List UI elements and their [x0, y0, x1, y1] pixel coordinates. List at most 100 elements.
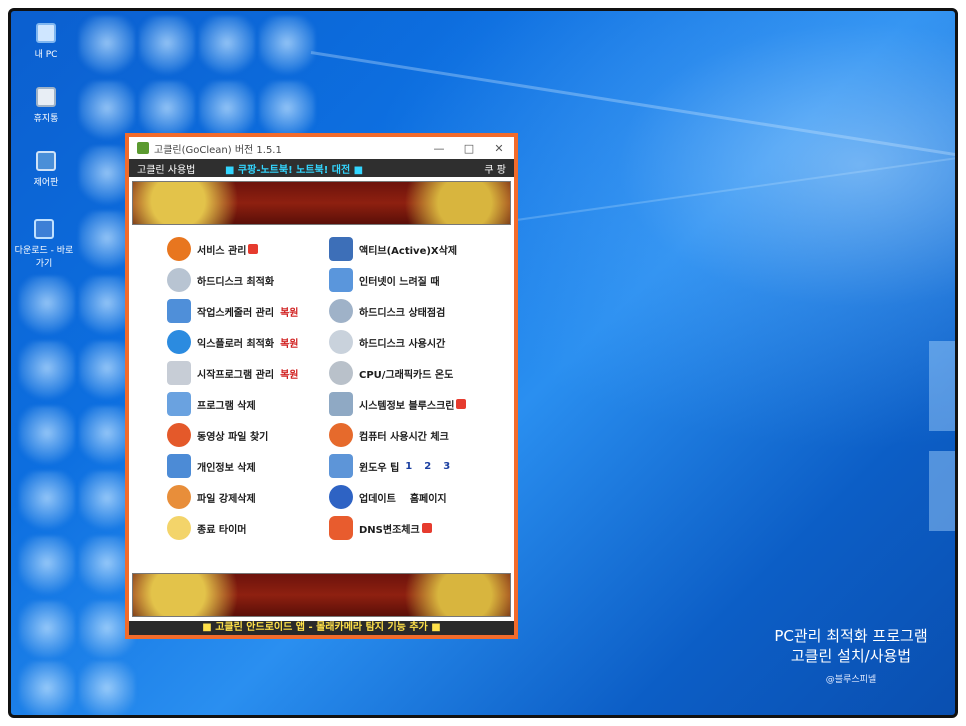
blurred-desktop-icon[interactable]: [139, 16, 195, 76]
feature-update[interactable]: 업데이트 홈페이지: [329, 483, 447, 511]
tip-link-2[interactable]: 2: [424, 461, 431, 472]
download-shortcut-icon: [34, 219, 54, 239]
footer-bar[interactable]: ■ 고클린 안드로이드 앱 - 몰래카메라 탐지 기능 추가 ■: [129, 621, 514, 635]
feature-cpu-gpu-temp[interactable]: CPU/그래픽카드 온도: [329, 359, 453, 387]
magnifier-icon: [167, 423, 191, 447]
desktop-icon-control-panel[interactable]: 제어판: [16, 151, 76, 188]
feature-label: 종료 타이머: [197, 524, 247, 536]
goclean-window: 고클린(GoClean) 버전 1.5.1 — □ ✕ 고클린 사용법 ■ 쿠팡…: [125, 133, 518, 639]
feature-label: 하드디스크 상태점검: [359, 307, 446, 319]
wallpaper-pane: [929, 451, 955, 531]
feature-scheduler[interactable]: 작업스케줄러 관리 복원: [167, 297, 299, 325]
window-arrow-icon: [167, 454, 191, 478]
menu-shop-link[interactable]: 쿠 팡: [456, 161, 506, 176]
blurred-desktop-icon[interactable]: [199, 81, 255, 141]
new-badge-icon: [248, 244, 259, 254]
desktop-icon-label: 내 PC: [34, 50, 58, 60]
desktop-icon-recycle-bin[interactable]: 휴지통: [16, 87, 76, 124]
feature-system-info[interactable]: 시스템정보 블루스크린: [329, 390, 467, 418]
blurred-desktop-icon[interactable]: [19, 661, 75, 715]
feature-label: 액티브(Active)X삭제: [359, 245, 458, 257]
caption-title: PC관리 최적화 프로그램: [774, 627, 928, 645]
blurred-desktop-icon[interactable]: [259, 16, 315, 76]
window-title: 고클린(GoClean) 버전 1.5.1: [154, 144, 282, 156]
blurred-desktop-icon[interactable]: [19, 601, 75, 661]
feature-service-manage[interactable]: 서비스 관리: [167, 235, 259, 263]
blurred-desktop-icon[interactable]: [199, 16, 255, 76]
feature-label: 컴퓨터 사용시간 체크: [359, 431, 449, 443]
blurred-desktop-icon[interactable]: [19, 341, 75, 401]
blurred-desktop-icon[interactable]: [19, 471, 75, 531]
feature-disk-check[interactable]: 하드디스크 상태점검: [329, 297, 445, 325]
top-banner[interactable]: [132, 181, 511, 225]
caption-subtitle: 고클린 설치/사용법: [790, 647, 912, 665]
tip-link-1[interactable]: 1: [405, 461, 412, 472]
scheduler-icon: [167, 299, 191, 323]
blurred-desktop-icon[interactable]: [79, 81, 135, 141]
feature-explorer-optimize[interactable]: 익스플로러 최적화 복원: [167, 328, 299, 356]
title-bar[interactable]: 고클린(GoClean) 버전 1.5.1 — □ ✕: [129, 137, 514, 159]
homepage-link[interactable]: 홈페이지: [410, 490, 447, 505]
feature-startup-manage[interactable]: 시작프로그램 관리 복원: [167, 359, 299, 387]
monitor-icon: [329, 392, 353, 416]
blurred-desktop-icon[interactable]: [79, 16, 135, 76]
caption-credit: @블루스피넬: [825, 675, 877, 685]
pc-icon: [36, 23, 56, 43]
feature-label: 하드디스크 최적화: [197, 276, 275, 288]
restore-link[interactable]: 복원: [280, 304, 298, 319]
feature-grid: 서비스 관리 하드디스크 최적화 작업스케줄러 관리 복원 익스플로러 최적화 …: [129, 235, 514, 565]
feature-force-delete[interactable]: 파일 강제삭제: [167, 483, 256, 511]
feature-program-remove[interactable]: 프로그램 삭제: [167, 390, 256, 418]
feature-activex-delete[interactable]: 액티브(Active)X삭제: [329, 235, 457, 263]
feature-privacy-delete[interactable]: 개인정보 삭제: [167, 452, 256, 480]
goclean-app-icon: [137, 142, 149, 154]
wallpaper-pane: [929, 341, 955, 431]
feature-label: 작업스케줄러 관리: [197, 307, 275, 319]
restore-link[interactable]: 복원: [280, 335, 298, 350]
feature-label: 서비스 관리: [197, 245, 247, 257]
bottom-banner[interactable]: [132, 573, 511, 617]
tip-link-3[interactable]: 3: [443, 461, 450, 472]
desktop-icon-label: 제어판: [33, 178, 59, 188]
feature-video-find[interactable]: 동영상 파일 찾기: [167, 421, 268, 449]
restore-link[interactable]: 복원: [280, 366, 298, 381]
feature-label: CPU/그래픽카드 온도: [359, 369, 454, 381]
feature-label: 시작프로그램 관리: [197, 369, 275, 381]
feature-shutdown-timer[interactable]: 종료 타이머: [167, 514, 246, 542]
blurred-desktop-icon[interactable]: [79, 661, 135, 715]
control-panel-icon: [36, 151, 56, 171]
blurred-desktop-icon[interactable]: [19, 406, 75, 466]
desktop-icon-download-shortcut[interactable]: 다운로드 - 바로 가기: [11, 219, 77, 269]
blurred-desktop-icon[interactable]: [19, 536, 75, 596]
gear-icon: [167, 237, 191, 261]
feature-label: 개인정보 삭제: [197, 462, 256, 474]
menu-usage-link[interactable]: 고클린 사용법: [137, 161, 225, 176]
checklist-icon: [167, 392, 191, 416]
caption: PC관리 최적화 프로그램 고클린 설치/사용법 @블루스피넬: [741, 626, 955, 685]
minimize-button[interactable]: —: [424, 142, 454, 155]
feature-disk-usage-time[interactable]: 하드디스크 사용시간: [329, 328, 445, 356]
disk-search-icon: [329, 299, 353, 323]
blurred-desktop-icon[interactable]: [19, 276, 75, 336]
tip-icon: [329, 454, 353, 478]
close-button[interactable]: ✕: [484, 142, 514, 155]
blurred-desktop-icon[interactable]: [259, 81, 315, 141]
clock-icon: [329, 423, 353, 447]
feature-label: 동영상 파일 찾기: [197, 431, 269, 443]
feature-dns-check[interactable]: DNS변조체크: [329, 514, 432, 542]
feature-label: 프로그램 삭제: [197, 400, 256, 412]
feature-disk-optimize[interactable]: 하드디스크 최적화: [167, 266, 274, 294]
feature-internet-slow[interactable]: 인터넷이 느려질 때: [329, 266, 440, 294]
activex-icon: [329, 237, 353, 261]
blurred-desktop-icon[interactable]: [139, 81, 195, 141]
feature-usage-time-check[interactable]: 컴퓨터 사용시간 체크: [329, 421, 449, 449]
disk-clock-icon: [329, 330, 353, 354]
document-icon: [167, 361, 191, 385]
maximize-button[interactable]: □: [454, 142, 484, 155]
new-badge-icon: [421, 523, 432, 533]
menu-promo-link[interactable]: ■ 쿠팡-노트북! 노트북! 대전 ■: [225, 161, 456, 176]
feature-label: 익스플로러 최적화: [197, 338, 275, 350]
feature-windows-tips: 윈도우 팁 1 2 3: [329, 452, 450, 480]
internet-arrow-icon: [329, 268, 353, 292]
desktop-icon-my-pc[interactable]: 내 PC: [16, 23, 76, 60]
